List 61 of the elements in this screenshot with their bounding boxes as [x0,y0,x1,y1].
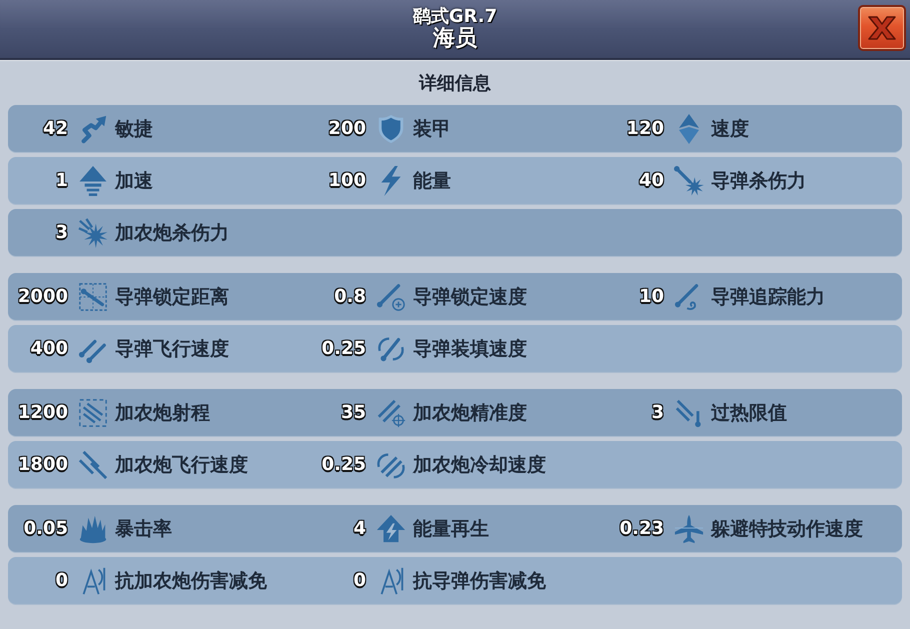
stat-value: 3 [650,402,664,423]
stat-value: 400 [29,338,68,359]
stat-label: 导弹锁定速度 [413,284,527,310]
stat-value: 0.23 [618,518,664,539]
stat-label: 加农炮杀伤力 [115,220,229,246]
stat-value: 0 [54,570,68,591]
streaks-crosshair-icon [376,398,406,428]
close-icon [867,15,897,41]
section-heading: 详细信息 [418,72,492,96]
stat-label: 加农炮冷却速度 [413,452,546,478]
stat-value: 0.05 [22,518,68,539]
stat-value: 10 [638,286,664,307]
stat-value: 0.25 [320,454,366,475]
splash-icon [78,514,108,544]
jet-icon [674,514,704,544]
stat-value: 100 [327,170,366,191]
stat-label: 能量 [413,168,451,194]
missile-burst-icon [674,166,704,196]
stat-label: 速度 [711,116,749,142]
stat-value: 200 [327,118,366,139]
window-title: 鹞式GR.7 [412,7,498,27]
stat-label: 加农炮射程 [115,400,210,426]
stat-label: 抗加农炮伤害减免 [115,568,267,594]
stat-label: 导弹追踪能力 [711,284,825,310]
stat-value: 2000 [16,286,68,307]
stat-value: 1 [54,170,68,191]
arrow-lightning-icon [376,514,406,544]
stat-value: 4 [352,518,366,539]
stat-value: 0 [352,570,366,591]
shield-icon [376,114,406,144]
missile-target-icon [376,282,406,312]
stat-value: 1200 [16,402,68,423]
missile-grid-icon [78,282,108,312]
window-subtitle: 海员 [433,26,477,51]
stat-label: 导弹杀伤力 [711,168,806,194]
stat-label: 加农炮精准度 [413,400,527,426]
stat-label: 暴击率 [115,516,172,542]
stat-label: 躲避特技动作速度 [711,516,863,542]
stat-label: 导弹装填速度 [413,336,527,362]
burst-icon [78,218,108,248]
stat-value: 40 [638,170,664,191]
stat-label: 敏捷 [115,116,153,142]
stat-label: 能量再生 [413,516,489,542]
close-button[interactable] [858,5,906,51]
stat-value: 1800 [16,454,68,475]
streaks-icon [78,450,108,480]
stat-label: 装甲 [413,116,451,142]
stat-label: 加速 [115,168,153,194]
stat-value: 0.25 [320,338,366,359]
stat-label: 抗导弹伤害减免 [413,568,546,594]
streaks-frame-icon [78,398,108,428]
stat-value: 3 [54,222,68,243]
stat-value: 120 [625,118,664,139]
up-arrow-icon [78,166,108,196]
stat-label: 导弹飞行速度 [115,336,229,362]
stat-value: 35 [340,402,366,423]
stat-value: 42 [42,118,68,139]
stat-label: 过热限值 [711,400,787,426]
stat-label: 导弹锁定距离 [115,284,229,310]
stat-value: 0.8 [333,286,366,307]
stat-label: 加农炮飞行速度 [115,452,248,478]
